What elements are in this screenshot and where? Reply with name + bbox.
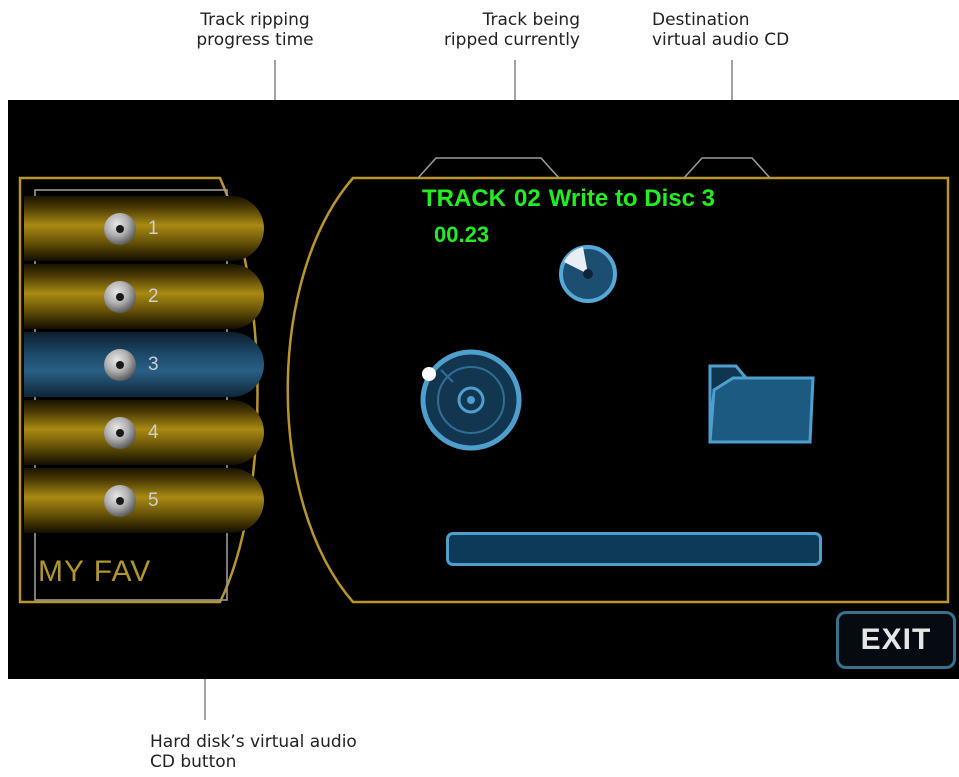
callout-destination: Destination virtual audio CD (652, 10, 852, 50)
indicator-dot (422, 367, 436, 381)
device-screen: 1 2 3 4 5 MY FAV TRACK 02 Write to Disc 3 … (8, 100, 959, 679)
sidebar-item-disc-3[interactable]: 3 (24, 332, 264, 397)
callout-rip-time: Track ripping progress time (170, 10, 340, 50)
sidebar-item-disc-4[interactable]: 4 (24, 400, 264, 465)
callout-track-line1: Track being (482, 10, 580, 30)
disc-icon (104, 484, 136, 517)
sidebar-item-disc-1[interactable]: 1 (24, 196, 264, 261)
callout-destination-line2: virtual audio CD (652, 30, 790, 50)
callout-hd-button-line2: CD button (150, 752, 237, 772)
cd-icon (420, 349, 522, 451)
disc-icon (104, 416, 136, 449)
callout-track-line2: ripped currently (443, 30, 580, 50)
sidebar-item-disc-5[interactable]: 5 (24, 468, 264, 533)
callout-current-track: Track being ripped currently (410, 10, 580, 50)
sidebar-item-disc-2[interactable]: 2 (24, 264, 264, 329)
sidebar-item-label: 1 (148, 217, 159, 239)
progress-time: 00.23 (434, 222, 490, 247)
my-fav-button[interactable]: MY FAV (38, 555, 238, 589)
exit-button[interactable]: EXIT (836, 611, 956, 669)
callout-rip-time-line1: Track ripping (200, 10, 310, 30)
small-disc-icon (559, 245, 617, 303)
destination-label: Write to Disc 3 (548, 185, 715, 212)
sidebar-item-label: 3 (148, 353, 159, 375)
track-status: TRACK 02 Write to Disc 3 (422, 185, 723, 213)
callout-destination-line1: Destination (652, 10, 750, 30)
track-word: TRACK (422, 185, 506, 212)
progress-bar (446, 532, 822, 566)
callout-hd-button: Hard disk’s virtual audio CD button (150, 732, 450, 772)
folder-icon (708, 364, 815, 444)
disc-icon (104, 212, 136, 245)
track-number: 02 (514, 185, 541, 212)
callout-hd-button-line1: Hard disk’s virtual audio (150, 732, 357, 752)
disc-icon (104, 280, 136, 313)
disc-icon (104, 348, 136, 381)
bracket-destination (683, 157, 771, 179)
sidebar-item-label: 5 (148, 489, 159, 511)
sidebar-item-label: 4 (148, 421, 159, 443)
bracket-track (417, 157, 560, 179)
sidebar-item-label: 2 (148, 285, 159, 307)
callout-rip-time-line2: progress time (196, 30, 314, 50)
